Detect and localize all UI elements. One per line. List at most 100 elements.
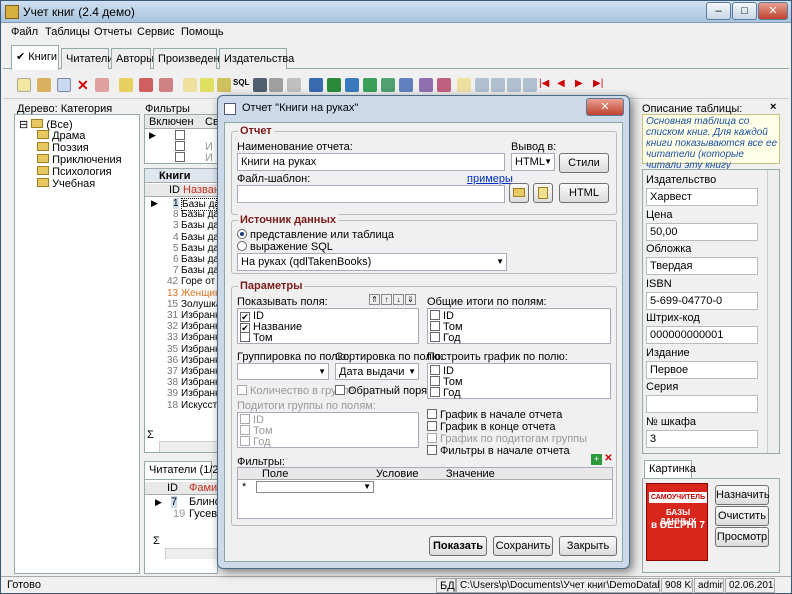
sql-icon[interactable]: SQL bbox=[233, 78, 249, 92]
tab-cover[interactable]: Картинка bbox=[644, 460, 696, 478]
record-field-value[interactable]: 5-699-04770-0 bbox=[646, 291, 758, 310]
checkbox[interactable] bbox=[427, 433, 437, 443]
edit-template-button[interactable] bbox=[533, 183, 553, 203]
book-row-id[interactable]: 7 bbox=[173, 265, 179, 276]
checkbox[interactable] bbox=[237, 385, 247, 395]
book-row-name[interactable]: Избранн bbox=[181, 366, 217, 377]
book-row-name[interactable]: Базы да bbox=[181, 232, 217, 243]
tab-works[interactable]: Произведения bbox=[153, 48, 232, 69]
record-field-value[interactable]: 000000000001 bbox=[646, 326, 758, 344]
filters-grid[interactable]: Поле Условие Значение * ▼ bbox=[237, 467, 613, 519]
book-row-name[interactable]: Базы да bbox=[181, 243, 217, 254]
print-icon[interactable] bbox=[269, 78, 283, 92]
chart-at-end-checkbox[interactable]: График в конце отчета bbox=[427, 421, 555, 433]
filter-checkbox-box[interactable] bbox=[175, 130, 185, 140]
filters-at-start-checkbox[interactable]: Фильтры в начале отчета bbox=[427, 445, 570, 457]
maximize-button[interactable]: □ bbox=[732, 2, 757, 20]
tab-publishers[interactable]: Издательства bbox=[219, 48, 294, 69]
book-row-id[interactable]: 37 bbox=[167, 366, 178, 377]
tab-readers-sub[interactable]: Читатели (1/2) bbox=[144, 461, 222, 479]
pdf-icon[interactable] bbox=[399, 78, 413, 92]
totals-list[interactable]: ID Том Год bbox=[427, 308, 611, 344]
tree-item[interactable]: Психология bbox=[37, 166, 112, 178]
new-icon[interactable] bbox=[17, 78, 31, 92]
book-row-name[interactable]: Горе от bbox=[181, 276, 217, 287]
delete-all-icon[interactable] bbox=[95, 78, 109, 92]
fields-vscroll[interactable] bbox=[767, 170, 779, 453]
menu-file[interactable]: Файл bbox=[11, 26, 38, 38]
book-row-id[interactable]: 8 bbox=[173, 209, 179, 220]
chart-subtotals-checkbox[interactable]: График по подитогам группы bbox=[427, 433, 587, 445]
assign-button[interactable]: Назначить bbox=[715, 485, 770, 505]
dropdown-arrow-icon[interactable]: ▼ bbox=[363, 482, 371, 491]
add-filter-icon[interactable]: + bbox=[591, 454, 602, 465]
move-bottom-icon[interactable]: ⇓ bbox=[405, 294, 416, 305]
book-row-id[interactable]: 15 bbox=[167, 299, 178, 310]
filter-checkbox-box[interactable] bbox=[175, 141, 185, 151]
totals-item[interactable]: Год bbox=[430, 332, 461, 344]
tab-authors[interactable]: Авторы bbox=[111, 48, 154, 69]
checkbox[interactable] bbox=[430, 365, 440, 375]
book-row-name[interactable]: Избранн bbox=[181, 321, 217, 332]
checkbox[interactable] bbox=[430, 376, 440, 386]
window4-icon[interactable] bbox=[523, 78, 537, 92]
window2-icon[interactable] bbox=[491, 78, 505, 92]
book-row-name[interactable]: Избранн bbox=[181, 355, 217, 366]
chart-at-start-checkbox[interactable]: График в начале отчета bbox=[427, 409, 562, 421]
record-field-value[interactable]: 3 bbox=[646, 429, 758, 448]
checkbox[interactable] bbox=[240, 425, 250, 435]
tree-item[interactable]: Драма bbox=[37, 130, 85, 142]
book-row-id[interactable]: 3 bbox=[173, 220, 179, 231]
view-button[interactable]: Просмотр bbox=[715, 527, 769, 547]
source-option-view[interactable]: представление или таблица bbox=[237, 229, 394, 241]
find-icon[interactable] bbox=[200, 78, 214, 92]
book-row-name[interactable]: Избранн bbox=[181, 377, 217, 388]
book-row-id[interactable]: 6 bbox=[173, 254, 179, 265]
book-row-name[interactable]: Избранн bbox=[181, 388, 217, 399]
source-select[interactable]: На руках (qdlTakenBooks) ▼ bbox=[237, 253, 507, 271]
checkbox[interactable] bbox=[430, 332, 440, 342]
html-button[interactable]: HTML bbox=[559, 183, 609, 203]
menu-service[interactable]: Сервис bbox=[137, 26, 175, 38]
last-record-icon[interactable]: ▶| bbox=[593, 78, 607, 92]
html-export-icon[interactable] bbox=[345, 78, 359, 92]
open-folder-button[interactable] bbox=[509, 183, 529, 203]
dialog-close-button[interactable]: ✕ bbox=[586, 98, 624, 116]
move-down-icon[interactable]: ↓ bbox=[393, 294, 404, 305]
record-field-value[interactable] bbox=[646, 395, 758, 413]
next-record-icon[interactable]: ▶ bbox=[575, 78, 589, 92]
export-icon[interactable] bbox=[419, 78, 433, 92]
sort-icon[interactable] bbox=[217, 78, 231, 92]
book-row-name[interactable]: Базы да bbox=[181, 265, 217, 276]
book-row-name[interactable]: Базы да bbox=[181, 220, 217, 231]
excel-icon[interactable] bbox=[327, 78, 341, 92]
refresh-icon[interactable] bbox=[183, 78, 197, 92]
csv-icon[interactable] bbox=[381, 78, 395, 92]
properties-icon[interactable] bbox=[457, 78, 471, 92]
book-row-name[interactable]: Избранн bbox=[181, 310, 217, 321]
close-dialog-button[interactable]: Закрыть bbox=[559, 536, 617, 556]
delete-icon[interactable]: ✕ bbox=[77, 78, 91, 92]
show-button[interactable]: Показать bbox=[429, 536, 487, 556]
readers-hscroll[interactable] bbox=[165, 548, 217, 559]
book-row-name[interactable]: Избранн bbox=[181, 332, 217, 343]
radio-button[interactable] bbox=[237, 229, 247, 239]
record-field-value[interactable]: Твердая bbox=[646, 257, 758, 275]
book-row-id[interactable]: 5 bbox=[173, 243, 179, 254]
chart-by-list[interactable]: ID Том Год bbox=[427, 363, 611, 399]
reader-name[interactable]: Гусев bbox=[189, 508, 217, 520]
group-by-select[interactable]: ▼ bbox=[237, 363, 329, 380]
checkbox[interactable] bbox=[240, 332, 250, 342]
book-row-id[interactable]: 38 bbox=[167, 377, 178, 388]
show-field-item[interactable]: Том bbox=[240, 332, 273, 344]
remove-filter-icon[interactable]: ✕ bbox=[603, 454, 614, 465]
chart-item[interactable]: Год bbox=[430, 387, 461, 399]
record-field-value[interactable]: Харвест bbox=[646, 188, 758, 206]
book-row-id[interactable]: 1 bbox=[173, 198, 179, 209]
tab-readers[interactable]: Читатели bbox=[61, 48, 114, 69]
copy-icon[interactable] bbox=[57, 78, 71, 92]
styles-button[interactable]: Стили bbox=[559, 153, 609, 173]
minimize-button[interactable]: – bbox=[706, 2, 731, 20]
checkbox[interactable] bbox=[335, 385, 345, 395]
books-hscroll[interactable] bbox=[159, 441, 217, 452]
